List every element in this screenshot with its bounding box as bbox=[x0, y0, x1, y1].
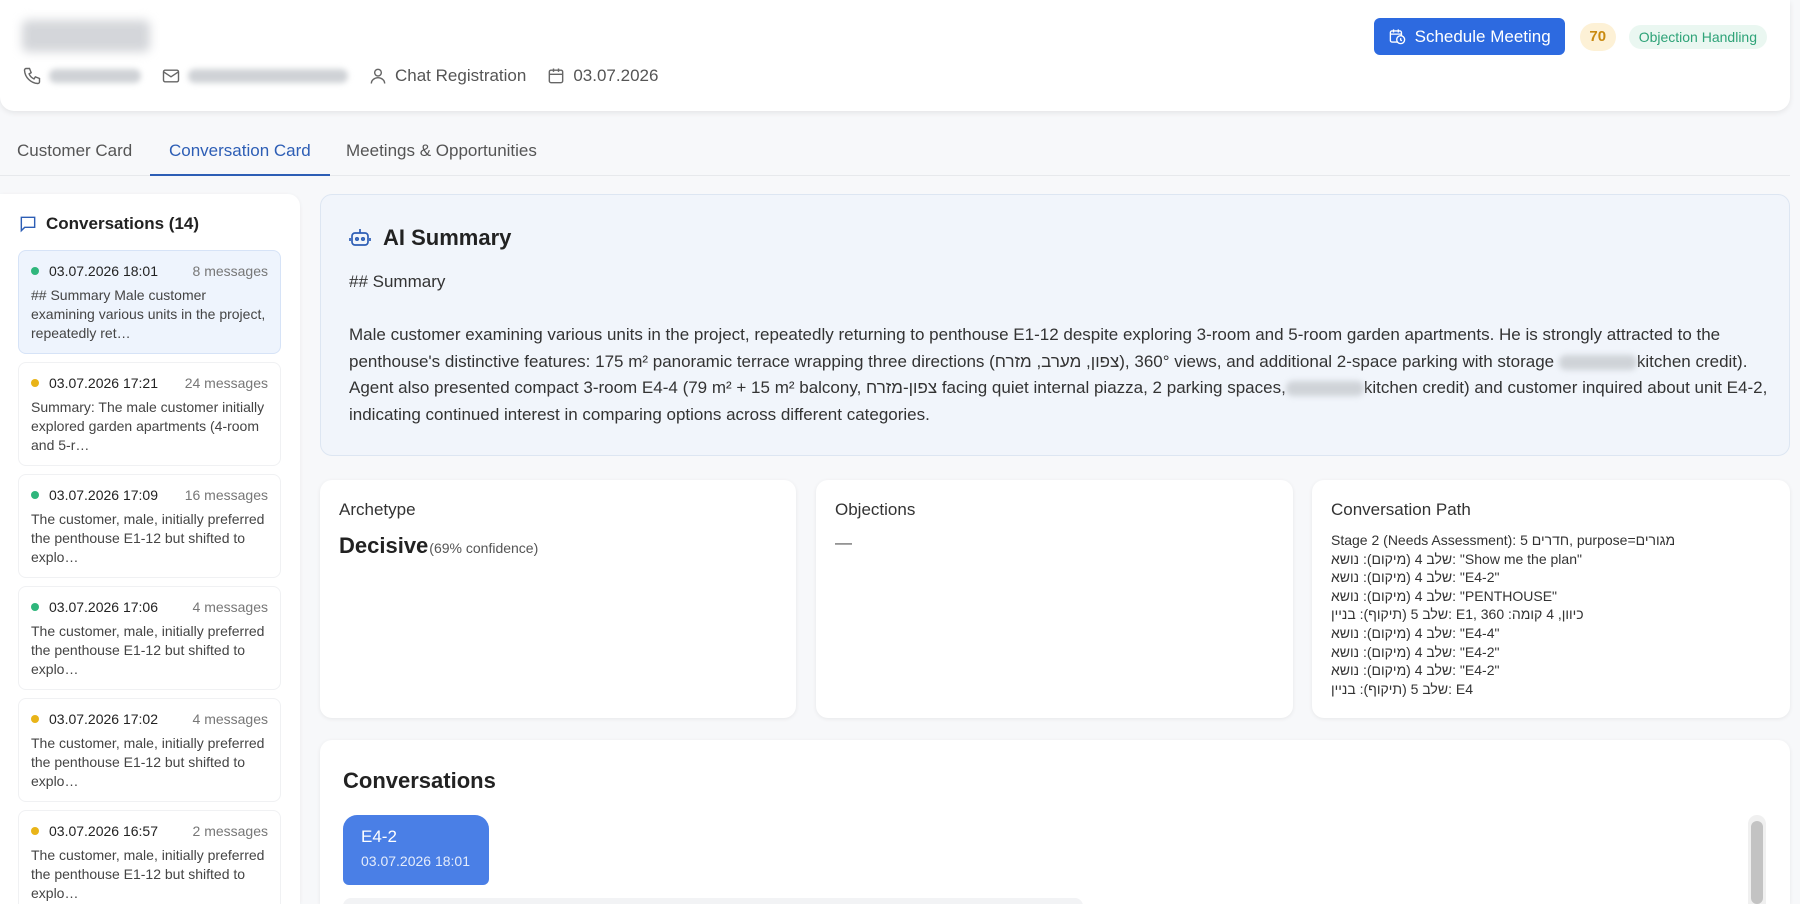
conversation-preview: The customer, male, initially preferred … bbox=[31, 735, 265, 789]
conversation-list-title: Conversations (14) bbox=[18, 214, 199, 234]
phone-field bbox=[22, 66, 141, 86]
conversation-path-card: Conversation Path Stage 2 (Needs Assessm… bbox=[1312, 480, 1790, 718]
archetype-card: Archetype Decisive (69% confidence) bbox=[320, 480, 796, 718]
path-step: שלב 5 (תיקוף): בניין: E1, 360 :כיוון, 4 … bbox=[1331, 606, 1584, 623]
conversation-list-panel: Conversations (14) 03.07.2026 18:01 8 mes… bbox=[0, 194, 300, 904]
status-dot bbox=[31, 827, 39, 835]
stage-tag-badge: Objection Handling bbox=[1628, 24, 1767, 49]
path-step: שלב 4 (מיקום): נושא: "E4-2" bbox=[1331, 662, 1500, 679]
header-actions: Schedule Meeting 70 Objection Handling bbox=[1373, 18, 1767, 55]
summary-text: Male customer examining various units in… bbox=[349, 322, 1769, 428]
message-count: 8 messages bbox=[192, 263, 268, 279]
path-step: שלב 4 (מיקום): נושא: "E4-2" bbox=[1331, 569, 1500, 586]
message-bubble bbox=[343, 898, 1083, 904]
schedule-meeting-label: Schedule Meeting bbox=[1414, 26, 1551, 46]
chat-icon bbox=[20, 216, 36, 233]
conversation-chip[interactable]: E4-2 03.07.2026 18:01 bbox=[343, 815, 489, 885]
card-tabs: Customer Card Conversation Card Meetings… bbox=[0, 131, 1790, 176]
path-step: Stage 2 (Needs Assessment): 5 חדרים, pur… bbox=[1331, 532, 1676, 548]
objections-value: — bbox=[835, 533, 852, 552]
message-count: 4 messages bbox=[192, 599, 268, 615]
message-count: 16 messages bbox=[184, 487, 268, 503]
calendar-icon bbox=[548, 68, 564, 84]
conversation-preview: The customer, male, initially preferred … bbox=[31, 847, 265, 901]
status-dot bbox=[31, 491, 39, 499]
path-step: שלב 5 (תיקוף): בניין: E4 bbox=[1331, 680, 1473, 697]
mail-icon bbox=[162, 69, 180, 83]
scrollbar-thumb[interactable] bbox=[1751, 821, 1763, 904]
tab-customer-card[interactable]: Customer Card bbox=[17, 131, 132, 176]
conversation-date: 03.07.2026 17:09 bbox=[49, 487, 158, 503]
phone-value bbox=[49, 69, 141, 83]
status-dot bbox=[31, 267, 39, 275]
list-item[interactable]: 03.07.2026 17:09 16 messages The customer… bbox=[18, 474, 281, 578]
path-step: שלב 4 (מיקום): נושא: "E4-4" bbox=[1331, 624, 1500, 641]
list-item[interactable]: 03.07.2026 17:21 24 messages Summary: The… bbox=[18, 362, 281, 466]
archetype-value: Decisive bbox=[339, 533, 429, 558]
archetype-label: Archetype bbox=[339, 500, 416, 519]
summary-text-part-1: Male customer examining various units in… bbox=[349, 325, 1721, 371]
conversation-preview: ## Summary Male customer examining vario… bbox=[31, 287, 266, 341]
list-item[interactable]: 03.07.2026 17:06 4 messages The customer,… bbox=[18, 586, 281, 690]
tab-conversation-card[interactable]: Conversation Card bbox=[150, 131, 330, 176]
customer-name bbox=[22, 20, 150, 52]
scrollbar[interactable] bbox=[1748, 815, 1766, 904]
status-dot bbox=[31, 379, 39, 387]
list-item[interactable]: 03.07.2026 18:01 8 messages ## Summary Ma… bbox=[18, 250, 281, 354]
ai-summary-heading: AI Summary bbox=[383, 225, 512, 250]
list-item[interactable]: 03.07.2026 16:57 2 messages The customer,… bbox=[18, 810, 281, 904]
path-step: שלב 4 (מיקום): נושא: "Show me the plan" bbox=[1331, 550, 1582, 567]
tab-meetings-opportunities[interactable]: Meetings & Opportunities bbox=[346, 131, 537, 176]
date-value: 03.07.2026 bbox=[573, 66, 659, 85]
archetype-value-row: Decisive (69% confidence) bbox=[339, 533, 538, 559]
schedule-meeting-button[interactable]: Schedule Meeting bbox=[1373, 18, 1565, 55]
conversation-date: 03.07.2026 17:21 bbox=[49, 375, 158, 391]
conversation-preview: The customer, male, initially preferred … bbox=[31, 623, 265, 677]
customer-header: Chat Registration 03.07.2026 Schedule Me… bbox=[0, 0, 1790, 111]
redacted-value bbox=[1285, 381, 1364, 397]
path-step: שלב 4 (מיקום): נושא: "PENTHOUSE" bbox=[1331, 587, 1557, 604]
ai-summary-title: AI Summary bbox=[348, 225, 511, 251]
status-dot bbox=[31, 715, 39, 723]
conversation-path-label: Conversation Path bbox=[1331, 500, 1471, 519]
conversation-preview: The customer, male, initially preferred … bbox=[31, 511, 265, 565]
conversation-date: 03.07.2026 17:02 bbox=[49, 711, 158, 727]
email-value bbox=[188, 69, 348, 83]
conversation-date: 03.07.2026 16:57 bbox=[49, 823, 158, 839]
lead-score-badge: 70 bbox=[1579, 22, 1616, 51]
message-count: 2 messages bbox=[192, 823, 268, 839]
objections-card: Objections — bbox=[816, 480, 1293, 718]
conversations-section: Conversations E4-2 03.07.2026 18:01 bbox=[320, 740, 1790, 904]
conversation-date: 03.07.2026 18:01 bbox=[49, 263, 158, 279]
status-dot bbox=[31, 603, 39, 611]
user-icon bbox=[370, 68, 386, 84]
conversation-chip-label: E4-2 bbox=[361, 827, 397, 846]
conversation-path-steps: Stage 2 (Needs Assessment): 5 חדרים, pur… bbox=[1331, 531, 1800, 698]
summary-subheading: ## Summary bbox=[349, 272, 446, 291]
conversation-chip-date: 03.07.2026 18:01 bbox=[361, 853, 470, 869]
customer-meta: Chat Registration 03.07.2026 bbox=[22, 64, 678, 88]
list-item[interactable]: 03.07.2026 17:02 4 messages The customer,… bbox=[18, 698, 281, 802]
objections-label: Objections bbox=[835, 500, 916, 519]
source-field: Chat Registration bbox=[368, 66, 526, 86]
conversation-list-heading: Conversations (14) bbox=[46, 214, 200, 233]
archetype-confidence: (69% confidence) bbox=[429, 540, 539, 556]
phone-icon bbox=[23, 67, 41, 85]
ai-summary-card: AI Summary ## Summary Male customer exam… bbox=[320, 194, 1790, 456]
conversation-preview: Summary: The male customer initially exp… bbox=[31, 399, 265, 453]
conversations-title: Conversations bbox=[343, 768, 496, 793]
robot-icon bbox=[349, 229, 371, 246]
email-field bbox=[161, 66, 348, 86]
conversation-date: 03.07.2026 17:06 bbox=[49, 599, 158, 615]
redacted-value bbox=[1558, 354, 1637, 370]
date-field: 03.07.2026 bbox=[546, 66, 658, 86]
path-step: שלב 4 (מיקום): נושא: "E4-2" bbox=[1331, 643, 1500, 660]
message-count: 24 messages bbox=[184, 375, 268, 391]
message-count: 4 messages bbox=[192, 711, 268, 727]
source-value: Chat Registration bbox=[395, 66, 527, 85]
calendar-clock-icon bbox=[1389, 29, 1405, 45]
